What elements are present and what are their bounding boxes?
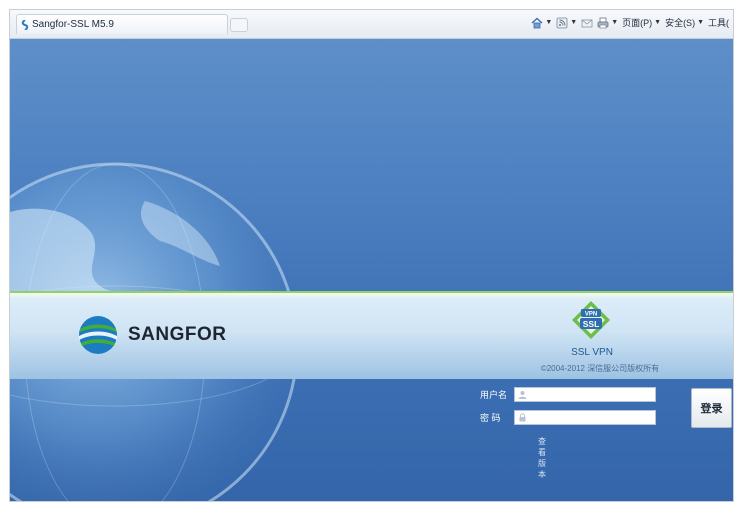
page-menu-label: 页面(P): [622, 18, 653, 28]
badge-vpn-text: VPN: [585, 312, 597, 318]
username-input[interactable]: [527, 388, 640, 401]
password-field[interactable]: [514, 410, 656, 425]
username-label: 用户名: [480, 390, 508, 400]
banner-highlight: [10, 293, 733, 299]
copyright-text: ©2004-2012 深信服公司版权所有: [540, 364, 660, 373]
new-tab-button[interactable]: [230, 18, 248, 32]
lock-icon: [519, 413, 526, 422]
username-row: 用户名: [480, 387, 656, 402]
browser-tab[interactable]: Sangfor-SSL M5.9: [16, 14, 228, 34]
mail-button[interactable]: [581, 17, 593, 29]
user-icon: [518, 391, 527, 399]
password-input[interactable]: [527, 411, 640, 424]
sangfor-logo: SANGFOR: [78, 315, 227, 355]
login-button[interactable]: 登录: [691, 388, 732, 428]
home-icon: [531, 17, 543, 28]
page-menu[interactable]: 页面(P) ▼: [622, 16, 661, 29]
tools-menu[interactable]: 工具(: [708, 16, 729, 29]
safety-menu[interactable]: 安全(S) ▼: [665, 16, 704, 29]
mail-icon: [581, 19, 593, 27]
site-favicon-icon: [21, 19, 29, 30]
home-button[interactable]: ▼: [531, 17, 552, 29]
print-button[interactable]: ▼: [597, 17, 618, 29]
badge-ssl-text: SSL: [583, 319, 600, 329]
tools-menu-label: 工具(: [708, 18, 729, 28]
sangfor-logo-icon: [79, 316, 117, 354]
browser-toolbar: Sangfor-SSL M5.9 ▼ ▼ ▼ 页面(P) ▼ 安全(S) ▼ 工…: [10, 10, 733, 39]
brand-banner: SANGFOR VPN SSL SSL VPN ©2004-2012 深信服公司…: [10, 291, 733, 379]
print-icon: [597, 17, 609, 28]
password-label: 密 码: [480, 413, 501, 423]
feeds-button[interactable]: ▼: [556, 17, 577, 29]
brand-name: SANGFOR: [128, 324, 227, 345]
product-name: SSL VPN: [571, 347, 613, 358]
tab-title: Sangfor-SSL M5.9: [32, 19, 114, 30]
safety-menu-label: 安全(S): [665, 18, 696, 28]
ssl-vpn-badge-icon: VPN SSL: [572, 301, 610, 339]
feeds-icon: [556, 17, 568, 28]
username-field[interactable]: [514, 387, 656, 402]
view-version-link[interactable]: 查看版本: [538, 436, 546, 480]
browser-window: Sangfor-SSL M5.9 ▼ ▼ ▼ 页面(P) ▼ 安全(S) ▼ 工…: [9, 9, 734, 502]
password-row: 密 码: [480, 410, 656, 425]
command-bar: ▼ ▼ ▼ 页面(P) ▼ 安全(S) ▼ 工具(: [531, 16, 729, 29]
login-page: SANGFOR VPN SSL SSL VPN ©2004-2012 深信服公司…: [10, 39, 733, 501]
